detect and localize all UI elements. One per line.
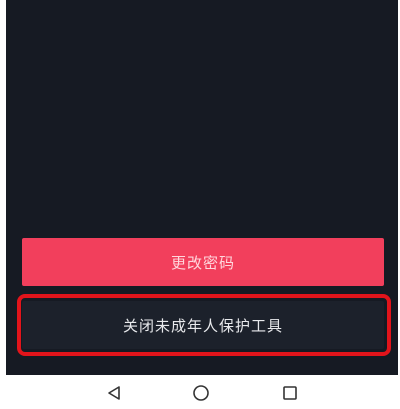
circle-home-icon <box>193 385 209 401</box>
system-navigation-bar <box>0 375 400 409</box>
home-button[interactable] <box>191 383 211 403</box>
close-minor-protection-button[interactable]: 关闭未成年人保护工具 <box>22 301 384 349</box>
app-content-area: 更改密码 关闭未成年人保护工具 <box>6 0 398 375</box>
change-password-button[interactable]: 更改密码 <box>22 238 384 286</box>
back-button[interactable] <box>104 383 124 403</box>
square-recents-icon <box>283 386 297 400</box>
triangle-back-icon <box>108 386 120 400</box>
recents-button[interactable] <box>280 383 300 403</box>
phone-screen: 更改密码 关闭未成年人保护工具 <box>0 0 400 409</box>
